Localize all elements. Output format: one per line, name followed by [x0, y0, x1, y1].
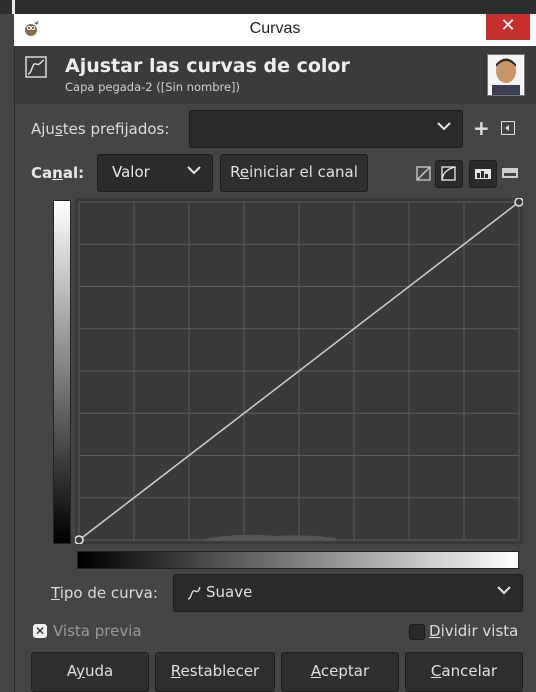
curve-type-label: Tipo de curva:	[51, 584, 158, 602]
channel-value: Valor	[112, 163, 150, 181]
histogram-view-icon	[475, 169, 491, 179]
check-icon: ✕	[34, 624, 46, 638]
log-histogram-icon	[441, 166, 456, 181]
split-view-label: Dividir vista	[429, 622, 519, 640]
curve-graph-canvas[interactable]	[75, 198, 523, 544]
close-icon: ✕	[500, 15, 516, 36]
chevron-down-icon	[497, 586, 511, 595]
restore-button[interactable]: Restablecer	[155, 652, 275, 692]
linear-histogram-icon	[416, 166, 431, 181]
curve-graph[interactable]	[75, 198, 523, 544]
vertical-value-gradient	[53, 200, 71, 544]
ok-button[interactable]: Aceptar	[281, 652, 399, 692]
log-histogram-button[interactable]	[435, 160, 463, 188]
window-titlebar[interactable]: Curvas ✕	[14, 14, 536, 46]
dialog-header: Ajustar las curvas de color Capa pegada-…	[15, 46, 536, 104]
presets-label: Ajustes prefijados:	[31, 120, 170, 138]
window-title: Curvas	[249, 20, 301, 37]
cancel-button[interactable]: Cancelar	[405, 652, 523, 692]
view-mode-button-1[interactable]	[469, 160, 497, 188]
linear-histogram-button[interactable]	[411, 160, 437, 186]
preview-label: Vista previa	[53, 622, 142, 640]
curve-point-white[interactable]	[514, 198, 523, 207]
channel-dropdown[interactable]: Valor	[97, 154, 213, 192]
horizontal-value-gradient	[77, 551, 519, 569]
add-preset-button[interactable]: +	[473, 118, 490, 138]
curve-type-value: Suave	[206, 583, 253, 601]
dialog-heading: Ajustar las curvas de color	[65, 55, 350, 77]
layer-subtitle: Capa pegada-2 ([Sin nombre])	[65, 80, 241, 94]
layer-thumbnail	[487, 54, 525, 96]
background-window-strip	[0, 0, 536, 14]
preview-checkbox[interactable]: ✕	[33, 624, 47, 638]
curve-icon	[25, 56, 47, 78]
smooth-curve-icon	[187, 586, 201, 600]
background-window-edge	[12, 0, 15, 14]
curve-type-dropdown[interactable]: Suave	[173, 574, 523, 612]
curve-point-black[interactable]	[75, 535, 84, 544]
close-button[interactable]: ✕	[486, 14, 530, 40]
presets-menu-button[interactable]	[501, 121, 515, 135]
channel-label: Canal:	[31, 164, 85, 182]
presets-dropdown[interactable]	[189, 110, 463, 148]
curves-dialog: Ajustar las curvas de color Capa pegada-…	[14, 46, 536, 692]
split-view-checkbox[interactable]	[409, 624, 425, 640]
view-mode-button-2[interactable]	[497, 160, 523, 186]
chevron-down-icon	[437, 122, 451, 131]
reset-channel-button[interactable]: Reiniciar el canal	[220, 154, 368, 192]
help-button[interactable]: Ayuda	[31, 652, 149, 692]
chevron-down-icon	[187, 166, 201, 175]
histogram-view-alt-icon	[502, 168, 518, 178]
